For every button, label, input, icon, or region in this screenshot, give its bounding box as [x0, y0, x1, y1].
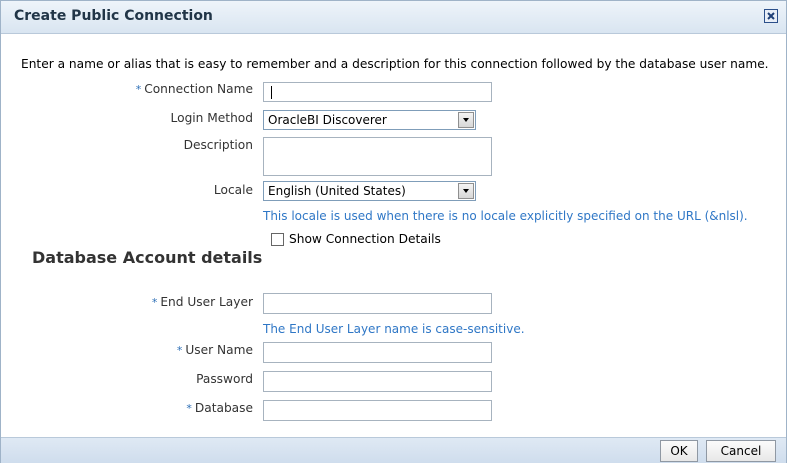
user-name-label: * User Name — [126, 343, 253, 357]
chevron-down-icon-glyph — [463, 118, 469, 122]
chevron-down-icon[interactable] — [458, 112, 474, 128]
locale-hint: This locale is used when there is no loc… — [263, 209, 748, 223]
login-method-select[interactable]: OracleBI Discoverer — [263, 110, 476, 130]
required-marker: * — [151, 296, 158, 309]
login-method-selected: OracleBI Discoverer — [268, 113, 387, 127]
close-icon-glyph — [767, 12, 775, 20]
end-user-layer-label-text: End User Layer — [160, 295, 253, 309]
show-connection-details-checkbox[interactable] — [271, 233, 284, 246]
intro-text: Enter a name or alias that is easy to re… — [21, 57, 769, 71]
user-name-label-text: User Name — [185, 343, 253, 357]
ok-button[interactable]: OK — [660, 440, 698, 462]
database-label-text: Database — [194, 401, 253, 415]
end-user-layer-input[interactable] — [263, 293, 492, 314]
database-label: * Database — [126, 401, 253, 415]
dialog-title-bar[interactable]: Create Public Connection — [1, 1, 786, 34]
database-input[interactable] — [263, 400, 492, 421]
locale-label: Locale — [213, 183, 253, 197]
required-marker: * — [176, 344, 183, 357]
connection-name-label: * Connection Name — [126, 82, 253, 96]
password-input[interactable] — [263, 371, 492, 392]
locale-select[interactable]: English (United States) — [263, 181, 476, 201]
description-textarea[interactable] — [263, 137, 492, 176]
chevron-down-icon[interactable] — [458, 183, 474, 199]
show-connection-details-label[interactable]: Show Connection Details — [289, 232, 441, 246]
locale-selected: English (United States) — [268, 184, 406, 198]
close-icon[interactable] — [764, 9, 778, 23]
text-cursor — [271, 86, 272, 99]
password-label: Password — [196, 372, 253, 386]
connection-name-label-text: Connection Name — [144, 82, 253, 96]
cancel-button[interactable]: Cancel — [706, 440, 776, 462]
connection-name-input[interactable] — [263, 82, 492, 102]
required-marker: * — [186, 402, 192, 415]
description-label: Description — [183, 138, 253, 152]
database-account-heading: Database Account details — [32, 248, 263, 267]
dialog-footer: OK Cancel — [1, 437, 786, 463]
end-user-layer-label: * End User Layer — [126, 295, 253, 309]
create-public-connection-dialog: Create Public Connection Enter a name or… — [0, 0, 787, 463]
dialog-title: Create Public Connection — [14, 8, 213, 24]
user-name-input[interactable] — [263, 342, 492, 363]
required-marker: * — [135, 83, 142, 96]
chevron-down-icon-glyph — [463, 189, 469, 193]
end-user-layer-hint: The End User Layer name is case-sensitiv… — [263, 322, 525, 336]
login-method-label: Login Method — [170, 111, 253, 125]
